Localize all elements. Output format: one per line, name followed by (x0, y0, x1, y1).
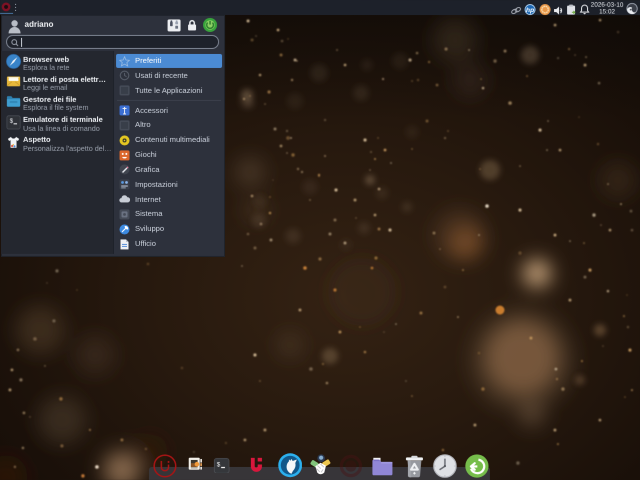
svg-text:$: $ (217, 461, 221, 468)
svg-text:hp: hp (526, 7, 534, 14)
svg-text:15:02: 15:02 (599, 8, 615, 15)
